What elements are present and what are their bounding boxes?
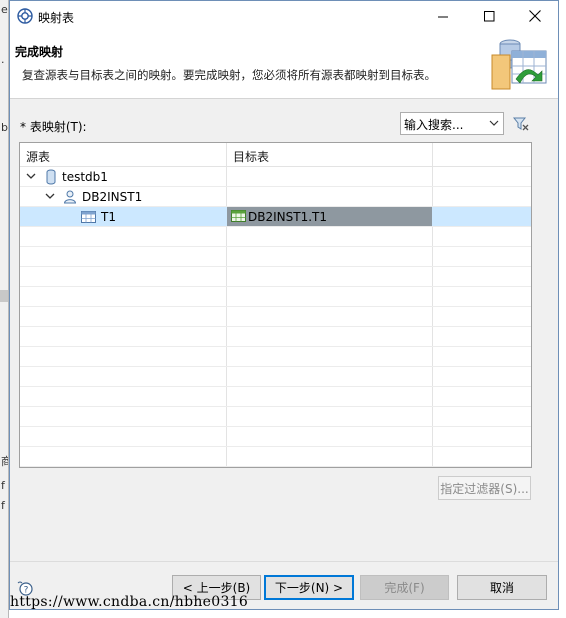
empty-table-row (20, 327, 531, 347)
background-window-strip: er . b 商 f f (0, 0, 9, 618)
page-title: 完成映射 (15, 45, 64, 59)
specify-filter-button[interactable]: 指定过滤器(S)... (438, 476, 531, 500)
target-name: DB2INST1.T1 (248, 210, 327, 224)
background-text: er (1, 3, 8, 16)
empty-table-row (20, 347, 531, 367)
source-name: testdb1 (62, 170, 108, 184)
chevron-down-icon[interactable] (26, 171, 36, 181)
minimize-icon (437, 16, 448, 17)
minimize-button[interactable] (420, 1, 466, 31)
chevron-down-icon (489, 120, 499, 126)
column-header-source[interactable]: 源表 (26, 148, 50, 165)
empty-table-row (20, 367, 531, 387)
table-mapping-banner-icon (491, 39, 547, 90)
source-name: T1 (101, 210, 116, 224)
maximize-icon (483, 10, 494, 21)
mapping-page: * 表映射(T): 输入搜索... 源表 目标表 testdb1 DB2INST… (10, 100, 558, 560)
mapping-table[interactable]: 源表 目标表 testdb1 DB2INST1 T1 DB2INST1.T1 (19, 142, 532, 468)
app-icon (17, 8, 33, 24)
next-button[interactable]: 下一步(N) > (264, 575, 354, 600)
cancel-button[interactable]: 取消 (457, 575, 547, 600)
background-text: f (1, 499, 5, 512)
empty-table-row (20, 407, 531, 427)
close-icon (529, 10, 541, 22)
search-combo-value: 输入搜索... (404, 118, 464, 132)
empty-table-row (20, 227, 531, 247)
mapping-dialog: 映射表 完成映射 复查源表与目标表之间的映射。要完成映射，您必须将所有源表都映射… (9, 0, 559, 610)
table-header: 源表 目标表 (20, 143, 531, 167)
empty-table-row (20, 387, 531, 407)
background-text: . (1, 53, 5, 66)
user-icon (63, 190, 77, 204)
window-title: 映射表 (38, 11, 75, 25)
finish-button[interactable]: 完成(F) (360, 575, 449, 600)
empty-table-row (20, 267, 531, 287)
chevron-down-icon[interactable] (45, 191, 55, 201)
close-button[interactable] (512, 1, 558, 31)
empty-table-row (20, 247, 531, 267)
clear-filter-icon[interactable] (512, 115, 530, 133)
tree-row-db2inst1[interactable]: DB2INST1 (20, 187, 531, 207)
empty-table-row (20, 447, 531, 467)
table-mapping-label: * 表映射(T): (20, 120, 87, 134)
background-text: 商 (1, 456, 8, 468)
table-icon (81, 211, 96, 223)
background-scrollbar (0, 290, 8, 302)
target-cell[interactable]: DB2INST1.T1 (227, 207, 432, 226)
database-icon (46, 169, 56, 185)
tree-row-testdb1[interactable]: testdb1 (20, 167, 531, 187)
maximize-button[interactable] (466, 1, 512, 31)
table-icon (231, 210, 246, 222)
empty-table-row (20, 287, 531, 307)
page-description: 复查源表与目标表之间的映射。要完成映射，您必须将所有源表都映射到目标表。 (22, 68, 436, 82)
background-text: f (1, 479, 5, 492)
background-text: b (1, 121, 8, 134)
wizard-header: 完成映射 复查源表与目标表之间的映射。要完成映射，您必须将所有源表都映射到目标表… (10, 31, 558, 99)
watermark-text: https://www.cndba.cn/hbhe0316 (10, 594, 249, 610)
empty-table-row (20, 427, 531, 447)
source-name: DB2INST1 (82, 190, 143, 204)
title-bar[interactable]: 映射表 (10, 1, 558, 31)
search-combo[interactable]: 输入搜索... (400, 112, 504, 135)
empty-table-row (20, 307, 531, 327)
column-header-target[interactable]: 目标表 (233, 148, 269, 165)
tree-row-t1[interactable]: T1 DB2INST1.T1 (20, 207, 531, 227)
